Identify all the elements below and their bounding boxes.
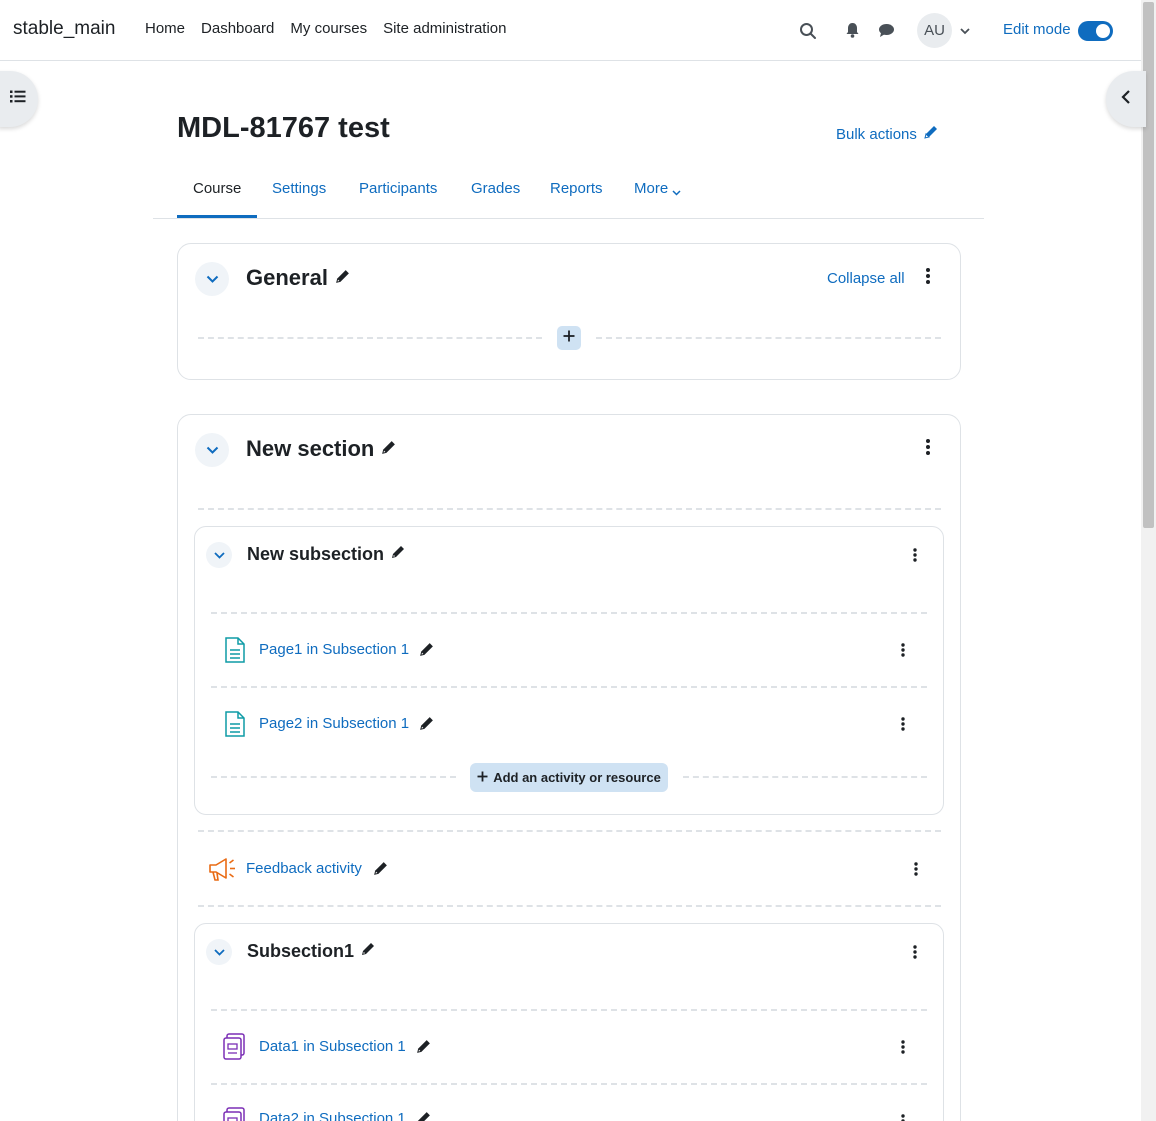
tab-label: Reports [550,180,603,197]
nav-my-courses[interactable]: My courses [290,20,367,37]
section-title-general: General [246,265,351,291]
subsection-collapse-toggle[interactable] [206,939,232,965]
block-drawer-toggle[interactable] [1106,71,1146,127]
subsection-title: New subsection [247,544,406,565]
chevron-down-icon [206,441,219,459]
activity-link-page2[interactable]: Page2 in Subsection 1 [259,715,409,732]
collapse-all-link[interactable]: Collapse all [827,270,905,287]
chevron-down-icon [213,546,225,564]
kebab-icon[interactable] [908,942,922,962]
divider [596,337,941,339]
divider [211,776,456,778]
user-avatar[interactable]: AU [917,13,952,48]
pencil-icon[interactable] [334,265,351,291]
edit-mode-toggle[interactable] [1078,21,1113,41]
course-secondary-nav: Course Settings Participants Grades Repo… [153,170,984,219]
divider [198,508,941,510]
subsection-title-text: New subsection [247,544,385,564]
add-activity-label: Add an activity or resource [493,770,661,785]
add-content-button[interactable] [557,326,581,350]
tab-more[interactable]: More [634,180,681,218]
plus-icon [477,770,488,785]
kebab-icon[interactable] [908,545,922,565]
kebab-icon[interactable] [909,859,923,879]
site-brand[interactable]: stable_main [13,18,115,40]
nav-dashboard[interactable]: Dashboard [201,20,274,37]
pencil-icon[interactable] [390,544,406,565]
chevron-down-icon [206,270,219,288]
pencil-icon[interactable] [418,641,435,663]
tab-label: More [634,180,669,197]
kebab-icon[interactable] [896,1111,910,1121]
megaphone-icon [206,855,238,883]
chat-icon[interactable] [877,21,895,39]
bulk-actions-label: Bulk actions [836,125,917,143]
kebab-icon[interactable] [921,437,935,457]
divider [198,830,941,832]
divider [211,1083,927,1085]
section-title-text: General [246,265,328,290]
pencil-icon[interactable] [360,941,376,962]
nav-site-administration[interactable]: Site administration [383,20,506,37]
course-index-drawer-toggle[interactable] [0,71,38,127]
tab-grades[interactable]: Grades [471,180,520,218]
kebab-icon[interactable] [896,640,910,660]
section-general [177,243,961,380]
section-title-text: New section [246,436,375,461]
activity-link-data2[interactable]: Data2 in Subsection 1 [259,1110,406,1121]
activity-link-feedback[interactable]: Feedback activity [246,860,362,877]
chevron-down-icon[interactable] [958,24,972,38]
activity-link-page1[interactable]: Page1 in Subsection 1 [259,641,409,658]
page-icon [221,710,249,738]
kebab-icon[interactable] [896,1037,910,1057]
divider [211,686,927,688]
divider [211,1009,927,1011]
section-collapse-toggle[interactable] [195,433,229,467]
tab-reports[interactable]: Reports [550,180,603,218]
tab-label: Grades [471,180,521,197]
pencil-icon[interactable] [415,1038,432,1060]
chevron-down-icon [213,943,225,961]
tab-label: Course [193,180,242,197]
divider [683,776,927,778]
pencil-icon[interactable] [415,1110,432,1121]
section-title-new-section: New section [246,436,397,462]
pencil-icon[interactable] [372,860,389,882]
section-collapse-toggle[interactable] [195,262,229,296]
page-title: MDL-81767 test [177,112,390,144]
top-navbar: stable_main Home Dashboard My courses Si… [0,0,1141,61]
bulk-actions-button[interactable]: Bulk actions [836,124,939,144]
database-icon [221,1107,249,1121]
kebab-icon[interactable] [896,714,910,734]
database-icon [221,1033,249,1061]
list-icon [10,90,26,108]
activity-link-data1[interactable]: Data1 in Subsection 1 [259,1038,406,1055]
pencil-icon[interactable] [418,715,435,737]
kebab-icon[interactable] [921,266,935,286]
primary-navigation: Home Dashboard My courses Site administr… [145,20,523,37]
bell-icon[interactable] [843,21,861,39]
tab-course[interactable]: Course [177,180,258,218]
divider [211,612,927,614]
add-activity-button[interactable]: Add an activity or resource [470,763,668,792]
plus-icon [563,329,575,347]
page-icon [221,636,249,664]
divider [198,905,941,907]
chevron-left-icon [1121,89,1131,110]
chevron-down-icon [672,183,681,218]
tab-settings[interactable]: Settings [272,180,326,218]
nav-home[interactable]: Home [145,20,185,37]
tab-label: Participants [359,180,438,197]
edit-mode-label: Edit mode [1003,21,1071,38]
pencil-icon [923,124,939,144]
subsection-title-text: Subsection1 [247,941,355,961]
tab-label: Settings [272,180,327,197]
pencil-icon[interactable] [380,436,397,462]
tab-participants[interactable]: Participants [359,180,437,218]
search-icon[interactable] [797,20,819,42]
subsection-collapse-toggle[interactable] [206,542,232,568]
divider [198,337,542,339]
subsection-title: Subsection1 [247,941,376,962]
